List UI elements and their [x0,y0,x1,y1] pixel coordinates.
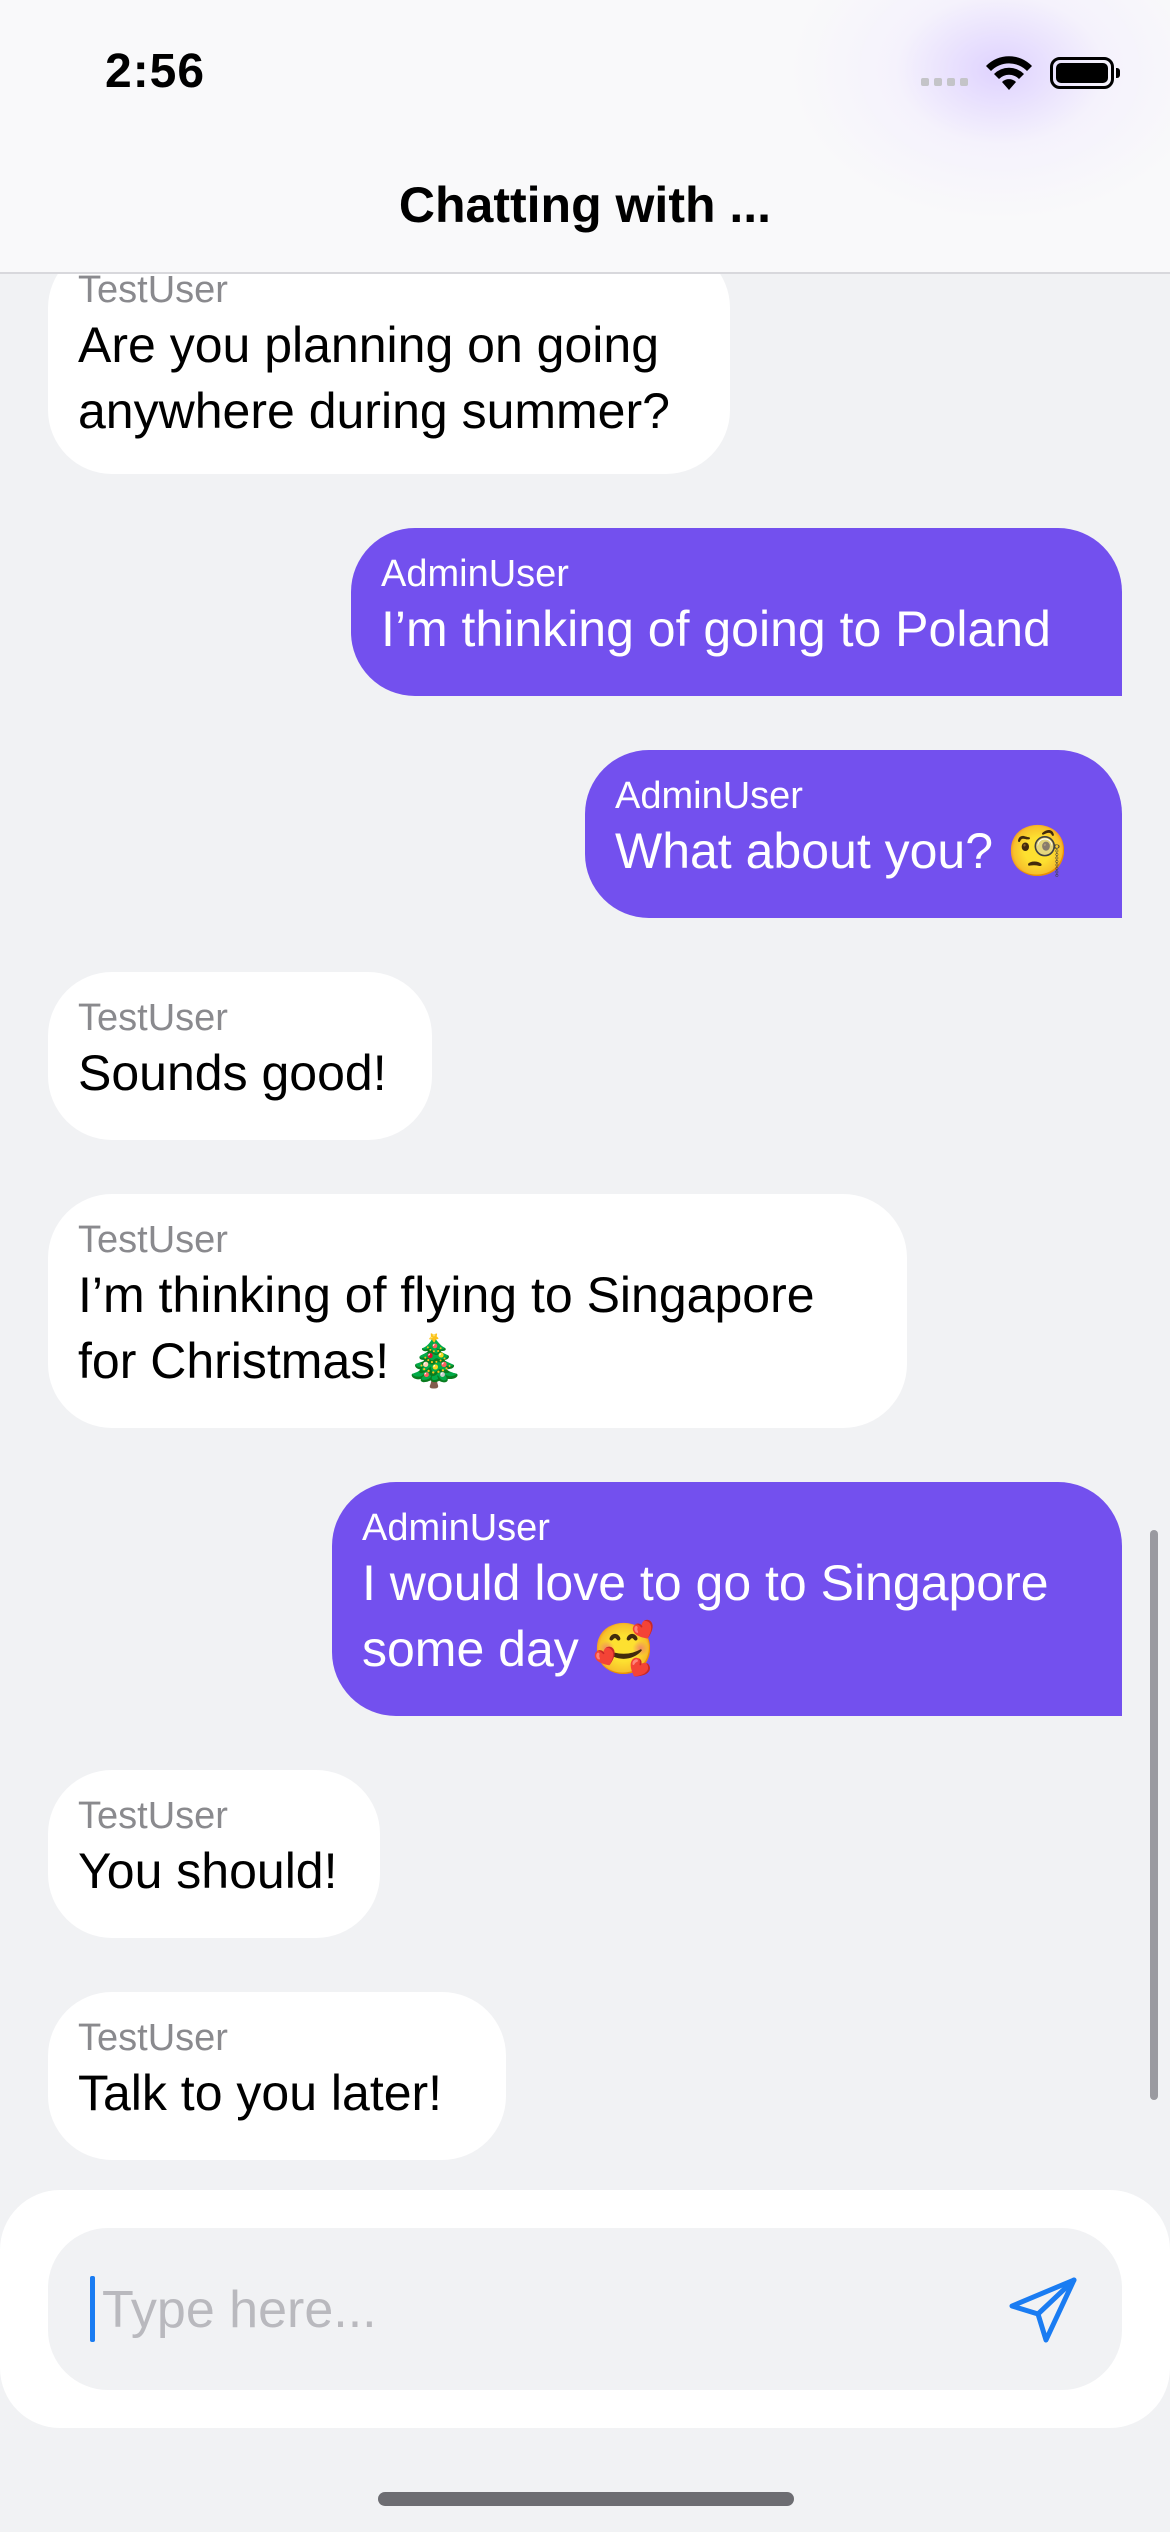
message-sender: AdminUser [362,1507,550,1549]
page-title: Chatting with ... [398,177,772,233]
message-text: for Christmas! 🎄 [78,1333,466,1389]
status-icons [921,54,1120,92]
message-text: anywhere during summer? [78,383,670,439]
message-sender: TestUser [78,2017,228,2059]
composer [0,2190,1170,2428]
scrollbar[interactable] [1150,1530,1158,2100]
message-list[interactable]: TestUser Are you planning on going anywh… [0,274,1170,2190]
message-sender: TestUser [78,997,228,1039]
message-bubble: AdminUser What about you? 🧐 [585,750,1122,918]
message-sender: TestUser [78,1795,228,1837]
status-time: 2:56 [105,45,206,98]
message-text: Sounds good! [78,1045,387,1101]
message-text: some day 🥰 [362,1621,655,1677]
message-bubble: AdminUser I’m thinking of going to Polan… [351,528,1122,696]
message-text: I would love to go to Singapore [362,1555,1049,1611]
message-sender: TestUser [78,1219,228,1261]
message-sender: AdminUser [615,775,803,817]
navigation-header: 2:56 Chatting with ... [0,0,1170,274]
cellular-signal-icon [921,78,968,86]
wifi-icon [986,56,1032,90]
message-text: I’m thinking of flying to Singapore [78,1267,815,1323]
message-text: Talk to you later! [78,2065,443,2121]
message-bubble: TestUser Sounds good! [48,972,432,1140]
message-input-container[interactable] [48,2228,1122,2390]
message-text: You should! [78,1843,338,1899]
message-bubble: TestUser I’m thinking of flying to Singa… [48,1194,907,1428]
message-sender: AdminUser [381,553,569,595]
message-text: Are you planning on going [78,317,660,373]
send-icon[interactable] [1004,2270,1084,2350]
message-bubble: AdminUser I would love to go to Singapor… [332,1482,1122,1716]
battery-icon [1050,57,1120,89]
home-indicator [378,2492,794,2506]
message-bubble: TestUser Talk to you later! [48,1992,506,2160]
message-input[interactable] [92,2266,982,2354]
message-text: What about you? 🧐 [615,823,1070,879]
message-bubble: TestUser Are you planning on going anywh… [48,274,730,474]
message-sender: TestUser [78,274,228,311]
message-bubble: TestUser You should! [48,1770,380,1938]
message-text: I’m thinking of going to Poland [381,601,1051,657]
